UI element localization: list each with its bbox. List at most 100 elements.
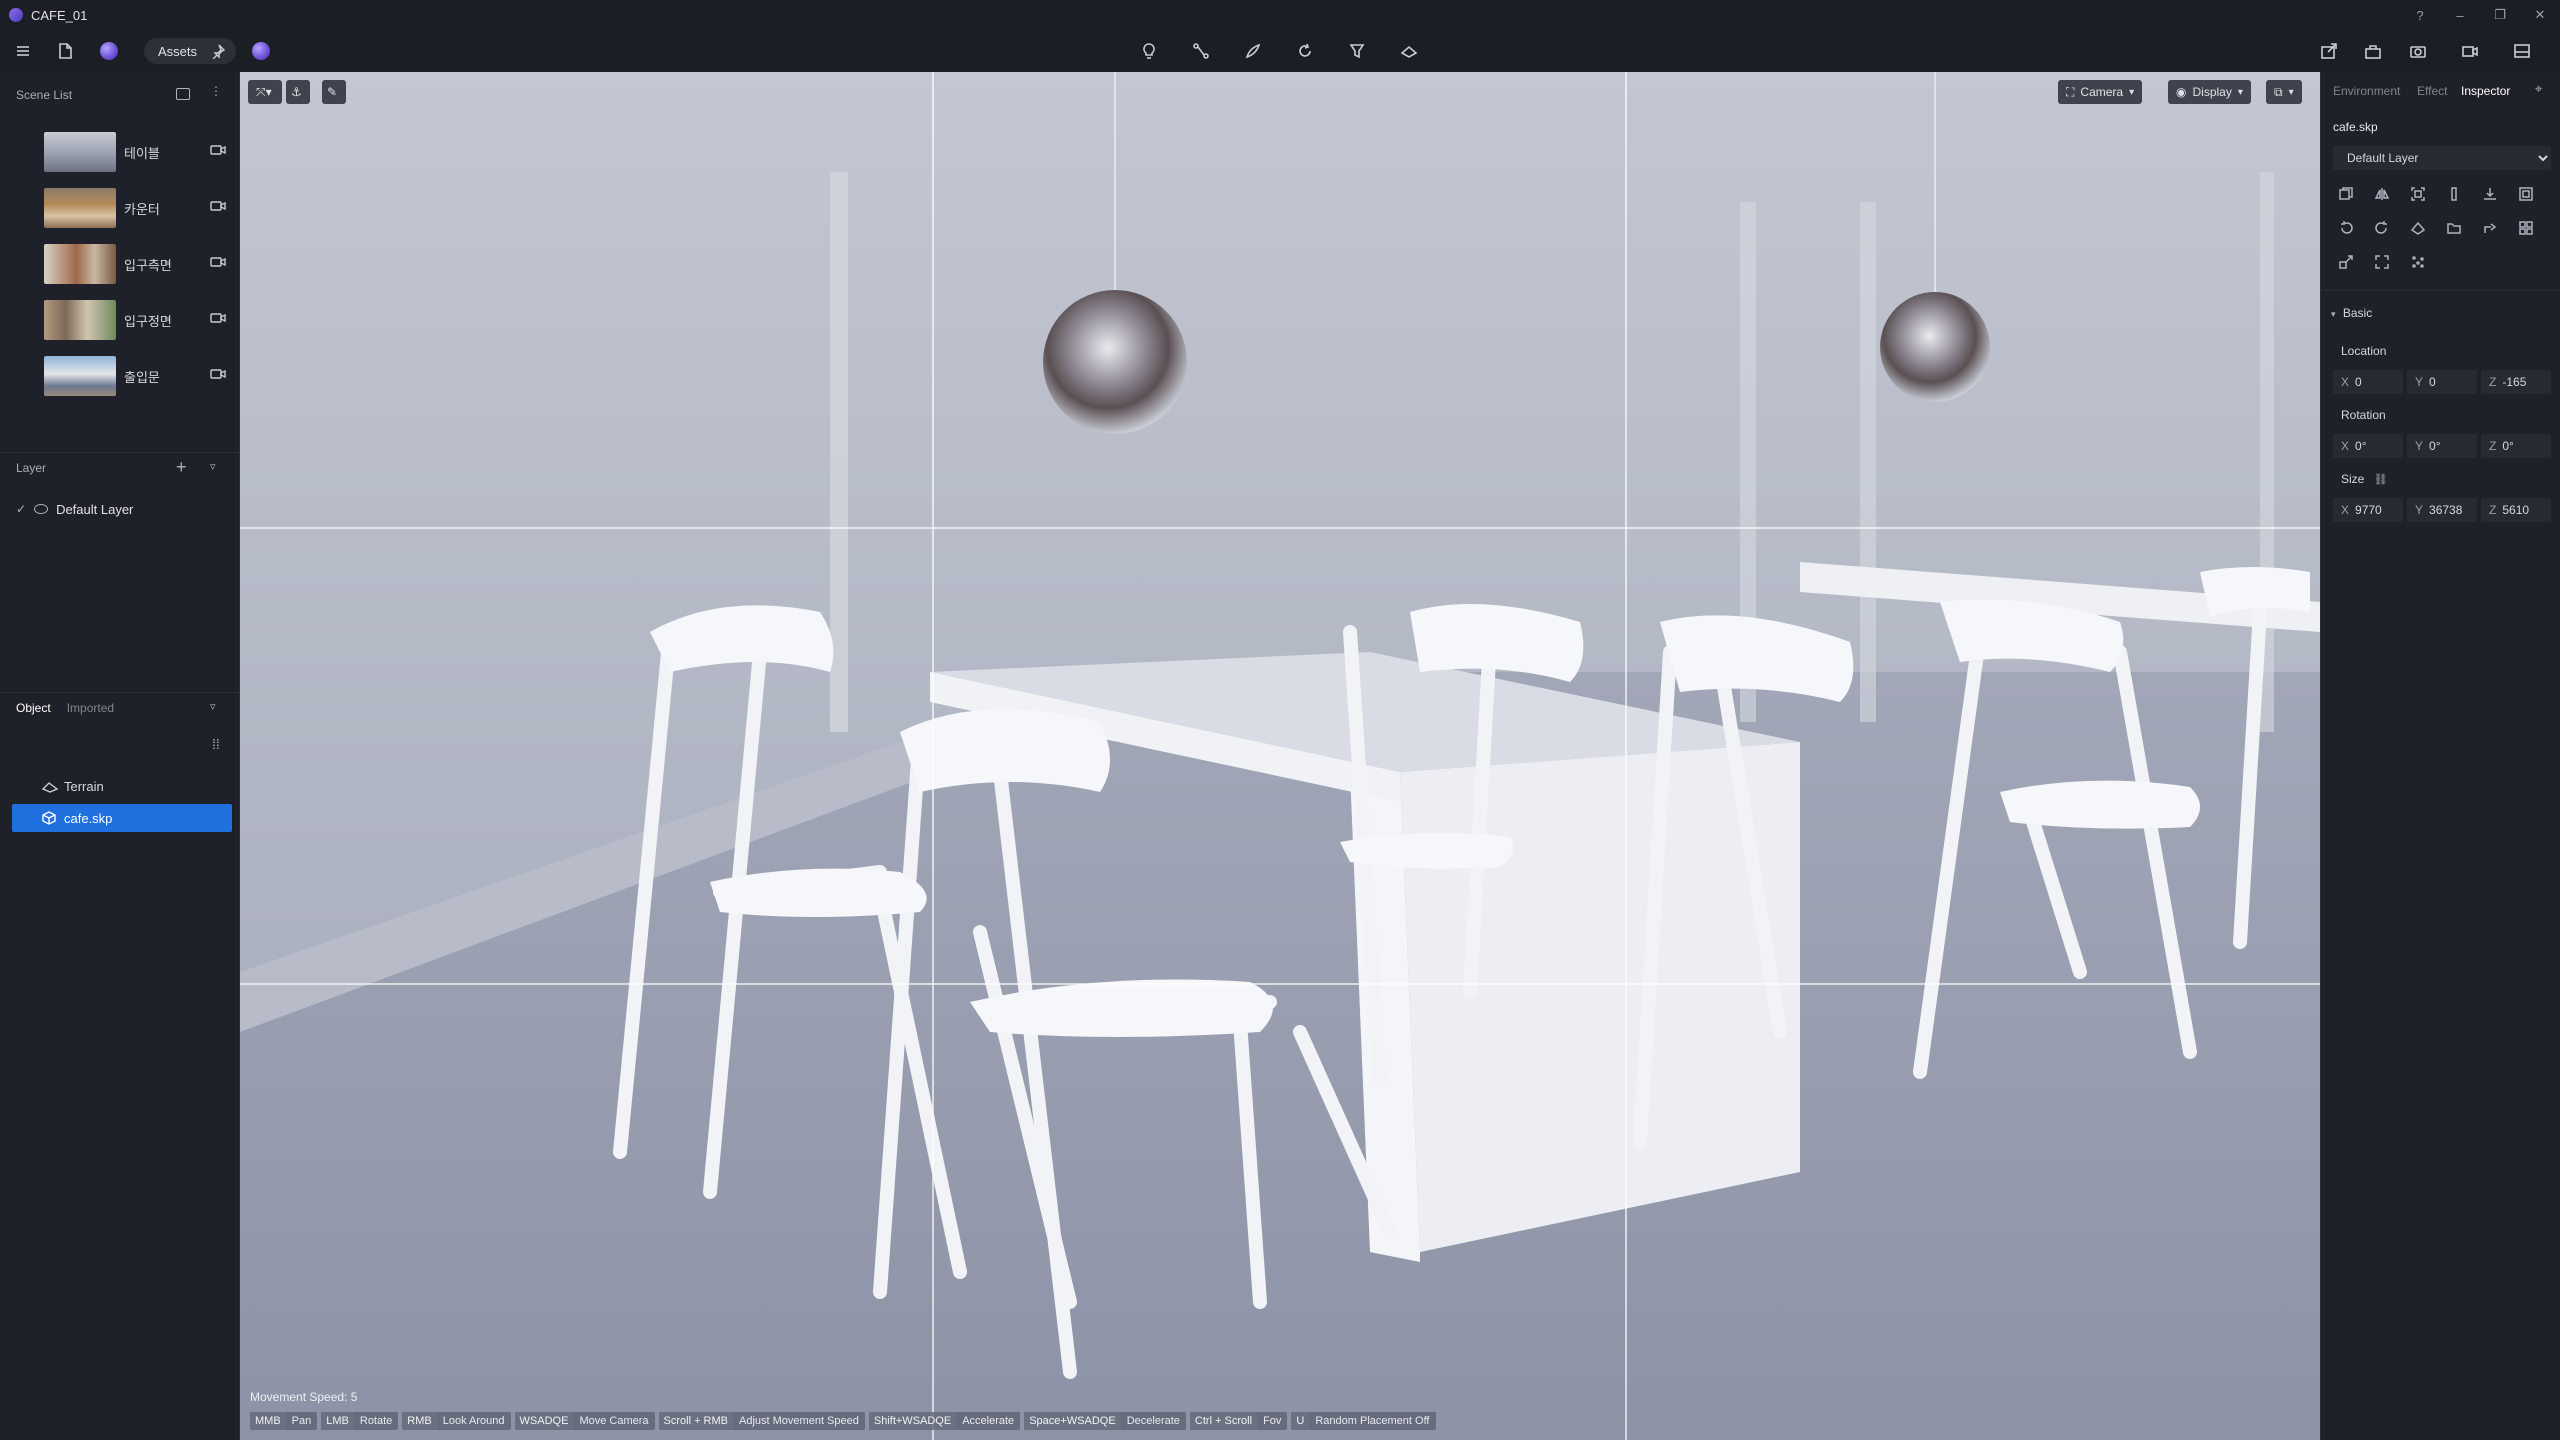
hint-item: MMB Pan: [250, 1412, 318, 1430]
link-icon[interactable]: ⛓: [2374, 474, 2388, 486]
tab-inspector[interactable]: Inspector: [2461, 84, 2510, 98]
export-icon[interactable]: [2316, 38, 2342, 64]
scene-item[interactable]: 카운터: [0, 180, 240, 236]
file-icon[interactable]: [52, 38, 78, 64]
scene-camera-icon[interactable]: [210, 368, 226, 380]
placement-tool-icon[interactable]: [1344, 38, 1370, 64]
terrain-tool-icon[interactable]: [1396, 38, 1422, 64]
eye-icon: ◉: [2176, 85, 2187, 99]
more-options-icon[interactable]: ⋮: [210, 84, 222, 98]
scale-icon[interactable]: [2338, 254, 2356, 272]
inspector-panel: Environment Effect Inspector ⌖ cafe.skp …: [2320, 72, 2560, 1440]
add-scene-icon[interactable]: [176, 88, 190, 100]
hint-key: Shift+WSADQE: [868, 1412, 957, 1430]
align-icon[interactable]: [2446, 186, 2464, 204]
snap-button[interactable]: ⚓: [286, 80, 310, 104]
path-tool-icon[interactable]: [1188, 38, 1214, 64]
object-label: Terrain: [64, 778, 104, 794]
material-sphere-icon[interactable]: [252, 42, 270, 60]
layer-dropdown-icon[interactable]: ▿: [210, 460, 216, 473]
camera-dropdown[interactable]: ⛶ Camera ▾: [2058, 80, 2143, 104]
scene-camera-icon[interactable]: [210, 312, 226, 324]
menu-icon[interactable]: [10, 38, 36, 64]
pin-icon[interactable]: ⌖: [2535, 81, 2542, 97]
maximize-icon[interactable]: ❐: [2480, 7, 2520, 23]
mirror-icon[interactable]: [2374, 186, 2392, 204]
rotation-z-field[interactable]: Z 0°: [2481, 434, 2551, 458]
object-search-input[interactable]: [12, 732, 212, 758]
duplicate-icon[interactable]: [2338, 186, 2356, 204]
app-logo-icon: [9, 8, 23, 22]
display-dropdown[interactable]: ◉ Display ▾: [2168, 80, 2251, 104]
transform-mode-button[interactable]: ⤧▾: [248, 80, 282, 104]
basic-section-header[interactable]: ▾ Basic: [2331, 306, 2372, 320]
drop-to-floor-icon[interactable]: [2482, 186, 2500, 204]
scene-item[interactable]: 출입문: [0, 348, 240, 404]
video-icon[interactable]: [2457, 38, 2483, 64]
bounds-icon[interactable]: [2374, 254, 2392, 272]
grid-icon[interactable]: [2518, 220, 2536, 238]
camera-capture-icon[interactable]: [2405, 38, 2431, 64]
display-label: Display: [2192, 85, 2232, 99]
pin-icon[interactable]: [210, 43, 226, 59]
size-y-field[interactable]: Y 36738: [2407, 498, 2477, 522]
object-filter-icon[interactable]: ▿: [210, 700, 216, 713]
close-icon[interactable]: ✕: [2520, 7, 2560, 23]
minimize-icon[interactable]: –: [2440, 8, 2480, 23]
scene-camera-icon[interactable]: [210, 144, 226, 156]
render-icon[interactable]: [2360, 38, 2386, 64]
hint-action: Accelerate: [962, 1415, 1015, 1427]
check-icon[interactable]: ✓: [16, 502, 26, 516]
help-icon[interactable]: ?: [2400, 8, 2440, 23]
tab-object[interactable]: Object: [16, 701, 51, 715]
profile-icon[interactable]: [100, 42, 118, 60]
rotation-y-field[interactable]: Y 0°: [2407, 434, 2477, 458]
folder-icon[interactable]: [2446, 220, 2464, 238]
tab-imported[interactable]: Imported: [67, 701, 114, 715]
size-x-field[interactable]: X 9770: [2333, 498, 2403, 522]
location-y-field[interactable]: Y0: [2407, 370, 2477, 394]
hint-key: LMB: [321, 1412, 354, 1430]
hint-action: Rotate: [359, 1415, 393, 1427]
grid-view-icon[interactable]: ⁞⁞: [212, 736, 220, 752]
location-x-field[interactable]: X0: [2333, 370, 2403, 394]
tab-effect[interactable]: Effect: [2417, 84, 2447, 98]
location-z-field[interactable]: Z -165: [2481, 370, 2551, 394]
object-item-terrain[interactable]: Terrain: [12, 772, 232, 800]
hint-key: U: [1291, 1412, 1310, 1430]
brush-icon[interactable]: [1240, 38, 1266, 64]
material-icon[interactable]: [2410, 220, 2428, 238]
hint-action: Random Placement Off: [1315, 1415, 1430, 1427]
add-layer-icon[interactable]: +: [176, 457, 187, 478]
scene-item[interactable]: 입구정면: [0, 292, 240, 348]
left-panel: Scene List ⋮ 테이블 카운터 입구측면 입구정면 출입문 Layer…: [0, 72, 240, 1440]
view-options-dropdown[interactable]: ⧉ ▾: [2266, 80, 2302, 104]
light-bulb-icon[interactable]: [1136, 38, 1162, 64]
rotation-x-field[interactable]: X 0°: [2333, 434, 2403, 458]
tab-environment[interactable]: Environment: [2333, 84, 2400, 98]
object-label: cafe.skp: [64, 810, 113, 826]
object-item-cafe-skp[interactable]: cafe.skp: [12, 804, 232, 832]
scene-item[interactable]: 입구측면: [0, 236, 240, 292]
layer-item[interactable]: ✓ Default Layer: [0, 496, 240, 522]
size-z-field[interactable]: Z 5610: [2481, 498, 2551, 522]
scene-thumbnail: [44, 132, 116, 172]
group-icon[interactable]: [2518, 186, 2536, 204]
share-icon[interactable]: [2482, 220, 2500, 238]
eyedropper-button[interactable]: ✎: [322, 80, 346, 104]
panel-toggle-icon[interactable]: [2509, 38, 2535, 64]
scene-camera-icon[interactable]: [210, 200, 226, 212]
3d-viewport[interactable]: ⤧▾ ⚓ ✎ ⛶ Camera ▾ ◉ Display ▾ ⧉ ▾ Moveme…: [240, 72, 2320, 1440]
assets-button[interactable]: Assets: [144, 38, 236, 64]
focus-icon[interactable]: [2410, 186, 2428, 204]
window-title: CAFE_01: [31, 7, 88, 23]
scene-camera-icon[interactable]: [210, 256, 226, 268]
scene-item[interactable]: 테이블: [0, 124, 240, 180]
layer-select[interactable]: Default Layer: [2333, 146, 2551, 170]
control-hints-bar: MMB Pan LMB Rotate RMB Look Around WSADQE Mo…: [250, 1412, 1436, 1432]
rotate-right-icon[interactable]: [2374, 220, 2392, 238]
rotate-left-icon[interactable]: [2338, 220, 2356, 238]
scatter-icon[interactable]: [2410, 254, 2428, 272]
rotate-tool-icon[interactable]: [1292, 38, 1318, 64]
visibility-eye-icon[interactable]: [34, 504, 49, 514]
